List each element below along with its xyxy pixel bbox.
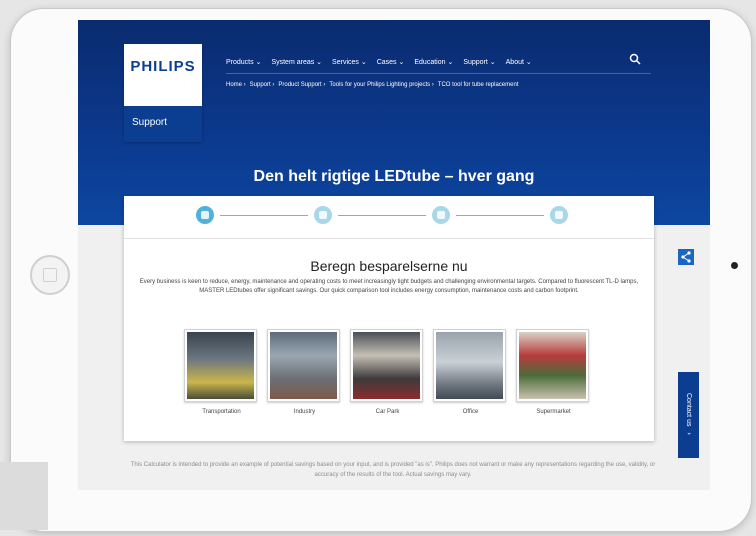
breadcrumb-support[interactable]: Support › [250,82,275,88]
nav-item-system-areas[interactable]: System areas ⌄ [271,58,322,66]
breadcrumb-product-support[interactable]: Product Support › [278,82,325,88]
tile-supermarket[interactable]: Supermarket [516,329,591,415]
breadcrumb-current: TCO tool for tube replacement [437,82,519,88]
supermarket-image [519,332,586,399]
contact-us-label: Contact us ⌄ [685,393,692,437]
tile-industry[interactable]: Industry [267,329,342,415]
background-panel [0,462,48,530]
tile-label: Industry [293,409,316,415]
step-2-icon[interactable] [314,206,332,224]
home-button[interactable] [30,255,70,295]
calculator-card: Beregn besparelserne nu Every business i… [124,196,654,441]
breadcrumb-tools[interactable]: Tools for your Philips Lighting projects… [329,82,433,88]
tile-office[interactable]: Office [433,329,508,415]
card-title: Beregn besparelserne nu [310,258,468,274]
card-description: Every business is keen to reduce, energy… [139,279,639,294]
page-title: Den helt rigtige LEDtube – hver gang [253,168,535,185]
share-button[interactable] [678,249,694,265]
tile-label: Transportation [202,409,241,415]
step-1-icon[interactable] [196,206,214,224]
breadcrumb: Home › Support › Product Support › Tools… [226,82,519,88]
nav-item-services[interactable]: Services ⌄ [332,58,367,66]
section-label: Support [124,106,202,142]
car-park-image [353,332,420,399]
nav-item-education[interactable]: Education ⌄ [414,58,453,66]
application-tiles: Transportation Industry Car Park Office … [184,329,591,415]
logo[interactable]: PHILIPS Support [124,44,202,142]
nav-item-products[interactable]: Products ⌄ [226,58,261,66]
nav-divider [226,73,651,74]
transportation-image [187,332,254,399]
progress-stepper [124,196,654,239]
step-3-icon[interactable] [432,206,450,224]
camera-icon [731,262,738,269]
tile-transportation[interactable]: Transportation [184,329,259,415]
step-4-icon[interactable] [550,206,568,224]
share-icon [681,251,691,263]
step-connector [456,215,544,216]
nav-item-cases[interactable]: Cases ⌄ [377,58,405,66]
tile-label: Supermarket [536,409,571,415]
office-image [436,332,503,399]
search-icon[interactable] [629,53,641,65]
contact-us-tab[interactable]: Contact us ⌄ [678,372,699,458]
nav-item-support[interactable]: Support ⌄ [463,58,495,66]
main-nav: Products ⌄ System areas ⌄ Services ⌄ Cas… [226,58,532,66]
tile-label: Car Park [375,409,400,415]
browser-screen: PHILIPS Support Products ⌄ System areas … [78,20,710,490]
nav-item-about[interactable]: About ⌄ [506,58,532,66]
brand-wordmark: PHILIPS [130,58,196,75]
breadcrumb-home[interactable]: Home › [226,82,246,88]
disclaimer: This Calculator is intended to provide a… [130,462,656,478]
tile-car-park[interactable]: Car Park [350,329,425,415]
step-connector [338,215,426,216]
industry-image [270,332,337,399]
tile-label: Office [462,409,479,415]
step-connector [220,215,308,216]
